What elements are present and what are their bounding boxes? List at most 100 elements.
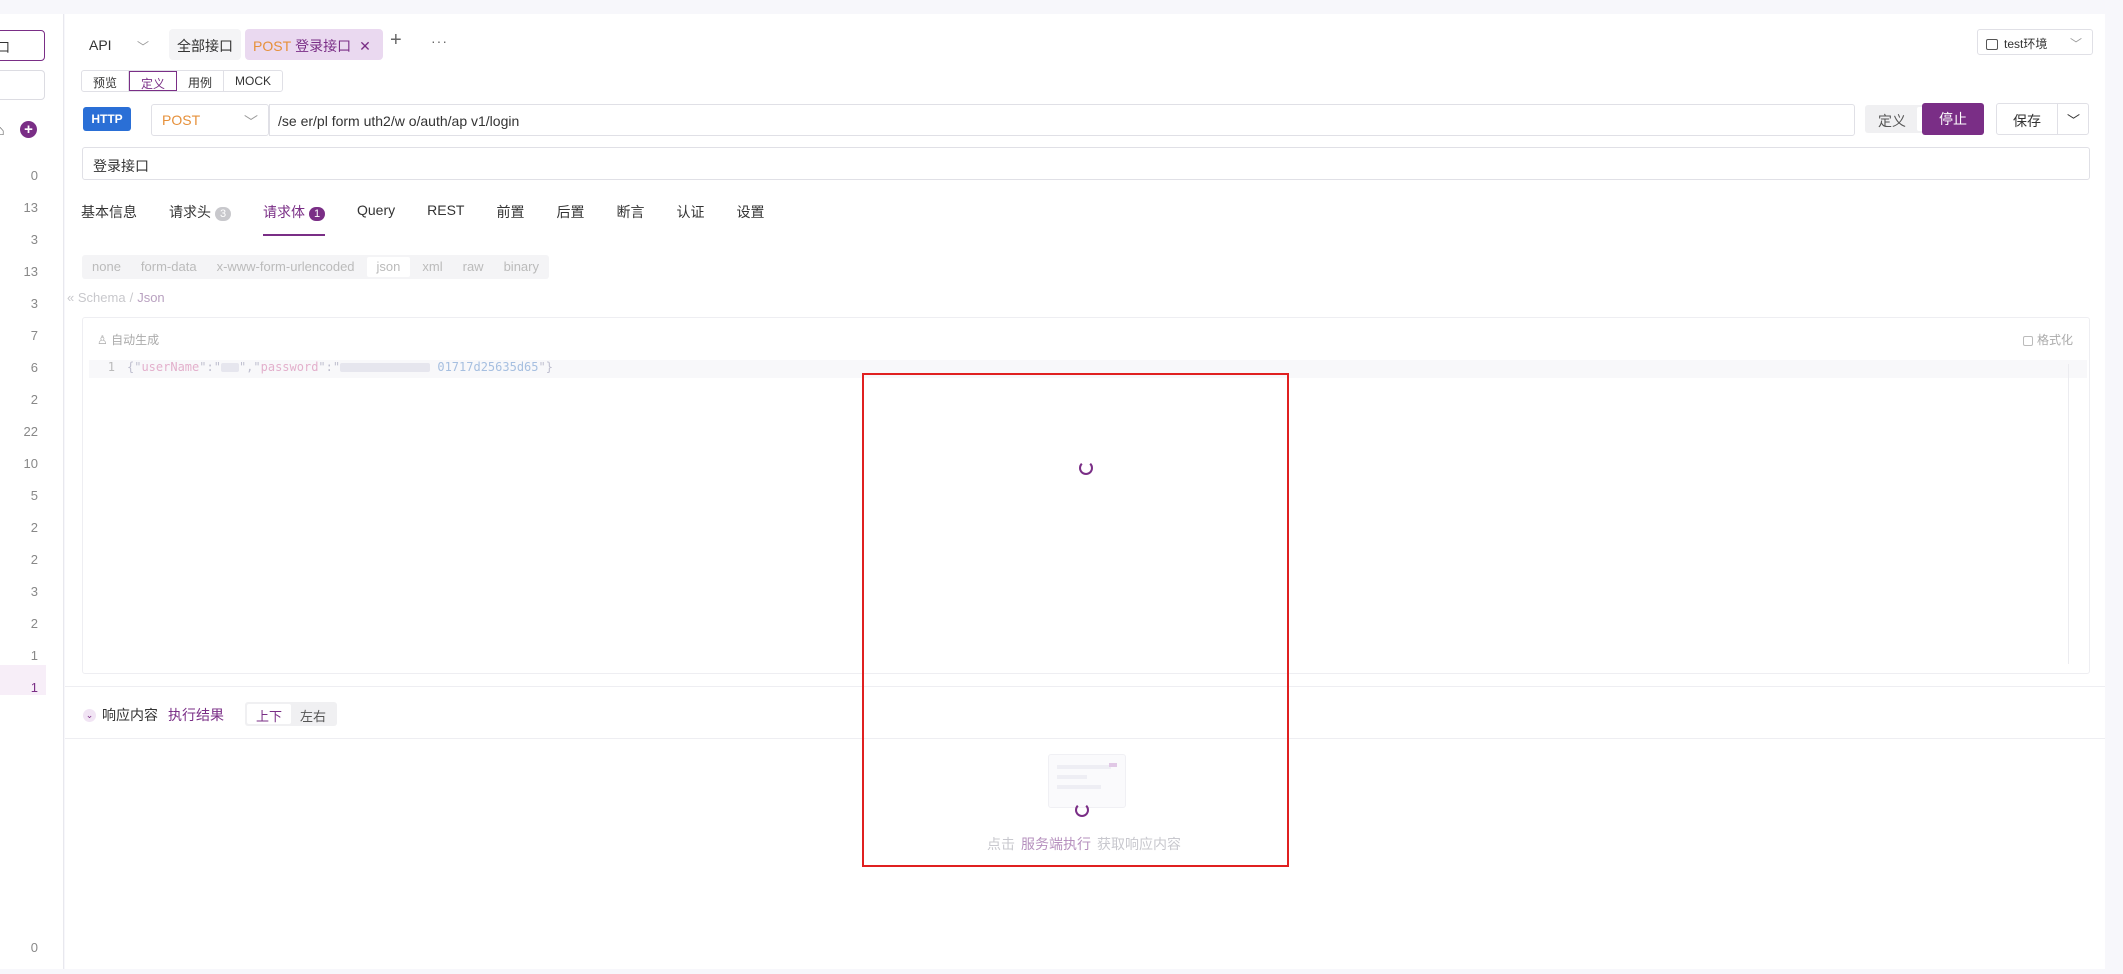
protocol-badge: HTTP [83, 107, 131, 131]
tab-method: POST [253, 38, 292, 54]
checkbox-icon[interactable] [2022, 335, 2033, 346]
request-tab[interactable]: Query [357, 200, 395, 236]
view-mode-tab[interactable]: MOCK [224, 71, 282, 91]
auto-generate-button[interactable]: ♙ 自动生成 [97, 331, 159, 348]
sidebar-bottom-count: 0 [30, 940, 38, 955]
magic-icon: ♙ [97, 333, 112, 347]
code-key: password [260, 360, 319, 374]
body-type-option[interactable]: json [366, 257, 411, 277]
sidebar-item-count: 2 [30, 616, 38, 631]
more-icon[interactable]: ··· [431, 33, 448, 49]
highlight-box [862, 373, 1289, 867]
chevron-down-icon: ﹀ [244, 114, 258, 130]
back-icon[interactable]: « [67, 290, 74, 305]
add-tab-icon[interactable]: + [390, 29, 402, 52]
close-icon[interactable]: ✕ [359, 38, 371, 54]
format-toggle[interactable]: 格式化 [2022, 331, 2073, 348]
exec-result-tab[interactable]: 执行结果 [168, 705, 224, 725]
count-badge: 3 [215, 207, 231, 221]
sidebar-filter-input[interactable] [0, 70, 45, 100]
request-tab[interactable]: 请求头 3 [169, 200, 231, 236]
save-button[interactable]: 保存 [2013, 111, 2041, 131]
chevron-down-icon: ﹀ [2069, 37, 2082, 51]
sidebar-item-count: 0 [30, 168, 38, 183]
view-mode-tab[interactable]: 预览 [82, 71, 130, 91]
sidebar-item-count: 2 [30, 520, 38, 535]
body-type-option[interactable]: binary [494, 255, 549, 279]
layout-option[interactable]: 上下 [247, 704, 292, 724]
request-tabs: 基本信息 请求头 3 请求体 1 Query REST 前置 后置 断言 认证 设置 [81, 200, 796, 236]
request-tab-label: 请求头 [169, 204, 211, 220]
sidebar-item-count: 3 [30, 296, 38, 311]
editor-scrollbar[interactable] [2068, 364, 2069, 664]
sidebar-item-count: 3 [30, 232, 38, 247]
sidebar-search-input[interactable]: 口 [0, 30, 45, 61]
chevron-down-icon[interactable]: ﹀ [137, 38, 149, 55]
body-type-option[interactable]: x-www-form-urlencoded [207, 255, 365, 279]
view-mode-tab[interactable]: 用例 [177, 71, 225, 91]
schema-breadcrumb: « Schema / Json [67, 290, 165, 305]
layout-option[interactable]: 左右 [291, 704, 335, 724]
sidebar-item-count: 13 [23, 264, 38, 279]
api-selector[interactable]: API [89, 37, 112, 53]
json-link[interactable]: Json [137, 290, 164, 305]
sidebar-item-count: 1 [30, 680, 38, 695]
sidebar-item-count: 2 [30, 552, 38, 567]
request-tab[interactable]: 前置 [496, 200, 524, 236]
request-tab[interactable]: 基本信息 [81, 200, 137, 236]
code-token: {" [127, 360, 142, 374]
save-button-group: 保存 ﹀ [1996, 103, 2089, 135]
request-tab-label: Query [357, 202, 396, 218]
count-badge: 1 [309, 207, 325, 221]
request-tab-label: 基本信息 [81, 204, 137, 220]
add-icon[interactable]: + [20, 121, 37, 138]
body-type-option[interactable]: xml [412, 255, 452, 279]
sidebar-item-count: 6 [30, 360, 38, 375]
sidebar-item-count: 13 [23, 200, 38, 215]
response-title: 响应内容 [102, 707, 158, 723]
folder-icon[interactable]: ⌂ [0, 122, 4, 138]
schema-link[interactable]: Schema [78, 290, 126, 305]
chevron-down-icon[interactable]: ⌄ [83, 708, 96, 722]
layout-switch: 上下 左右 [245, 702, 338, 726]
api-name-input[interactable]: 登录接口 [82, 147, 2090, 180]
request-tab-label: 前置 [496, 204, 525, 220]
body-type-option[interactable]: raw [453, 255, 494, 279]
request-tab[interactable]: 请求体 1 [263, 200, 325, 236]
request-tab[interactable]: 设置 [736, 200, 764, 236]
mode-tab[interactable]: 定义 [1867, 107, 1917, 131]
body-type-option[interactable]: none [82, 255, 131, 279]
request-tab-label: 设置 [736, 204, 765, 220]
code-token: ":" [318, 360, 341, 374]
redacted-value [340, 363, 431, 372]
line-number: 1 [107, 360, 115, 374]
stop-button[interactable]: 停止 [1922, 103, 1984, 135]
request-tab-label: REST [427, 202, 465, 218]
code-key: userName [141, 360, 200, 374]
code-token: "} [538, 360, 553, 374]
code-value: 01717d25635d65 [437, 360, 539, 374]
sidebar-item-count: 5 [30, 488, 38, 503]
body-type-tabs: none form-data x-www-form-urlencoded json xm… [82, 255, 549, 279]
format-label: 格式化 [2036, 333, 2073, 347]
view-mode-tabs: 预览 定义 用例 MOCK [81, 70, 284, 92]
method-select[interactable]: POST ﹀ [151, 104, 269, 136]
url-input[interactable]: /se er/pl form uth2/w o/auth/ap v1/login [269, 104, 1855, 136]
request-tab-label: 后置 [556, 204, 585, 220]
code-token: "," [238, 360, 261, 374]
tab-login-api[interactable]: POST 登录接口 ✕ [245, 29, 383, 60]
left-sidebar: 口 ⌂ + 0 13 3 13 3 7 6 2 22 10 5 2 2 3 2 1 1 0 [0, 14, 64, 969]
sidebar-item-count: 22 [23, 424, 38, 439]
request-tab[interactable]: REST [427, 200, 464, 236]
environment-select[interactable]: test环境 ﹀ [1977, 29, 2093, 55]
chevron-down-icon[interactable]: ﹀ [2067, 110, 2080, 129]
request-tab[interactable]: 断言 [616, 200, 644, 236]
request-tab-label: 断言 [616, 204, 645, 220]
body-type-option[interactable]: form-data [131, 255, 207, 279]
method-value: POST [162, 112, 201, 128]
breadcrumb-separator: / [129, 290, 134, 305]
view-mode-tab[interactable]: 定义 [129, 71, 178, 91]
request-tab[interactable]: 认证 [676, 200, 704, 236]
tab-all-apis[interactable]: 全部接口 [169, 29, 241, 60]
request-tab[interactable]: 后置 [556, 200, 584, 236]
